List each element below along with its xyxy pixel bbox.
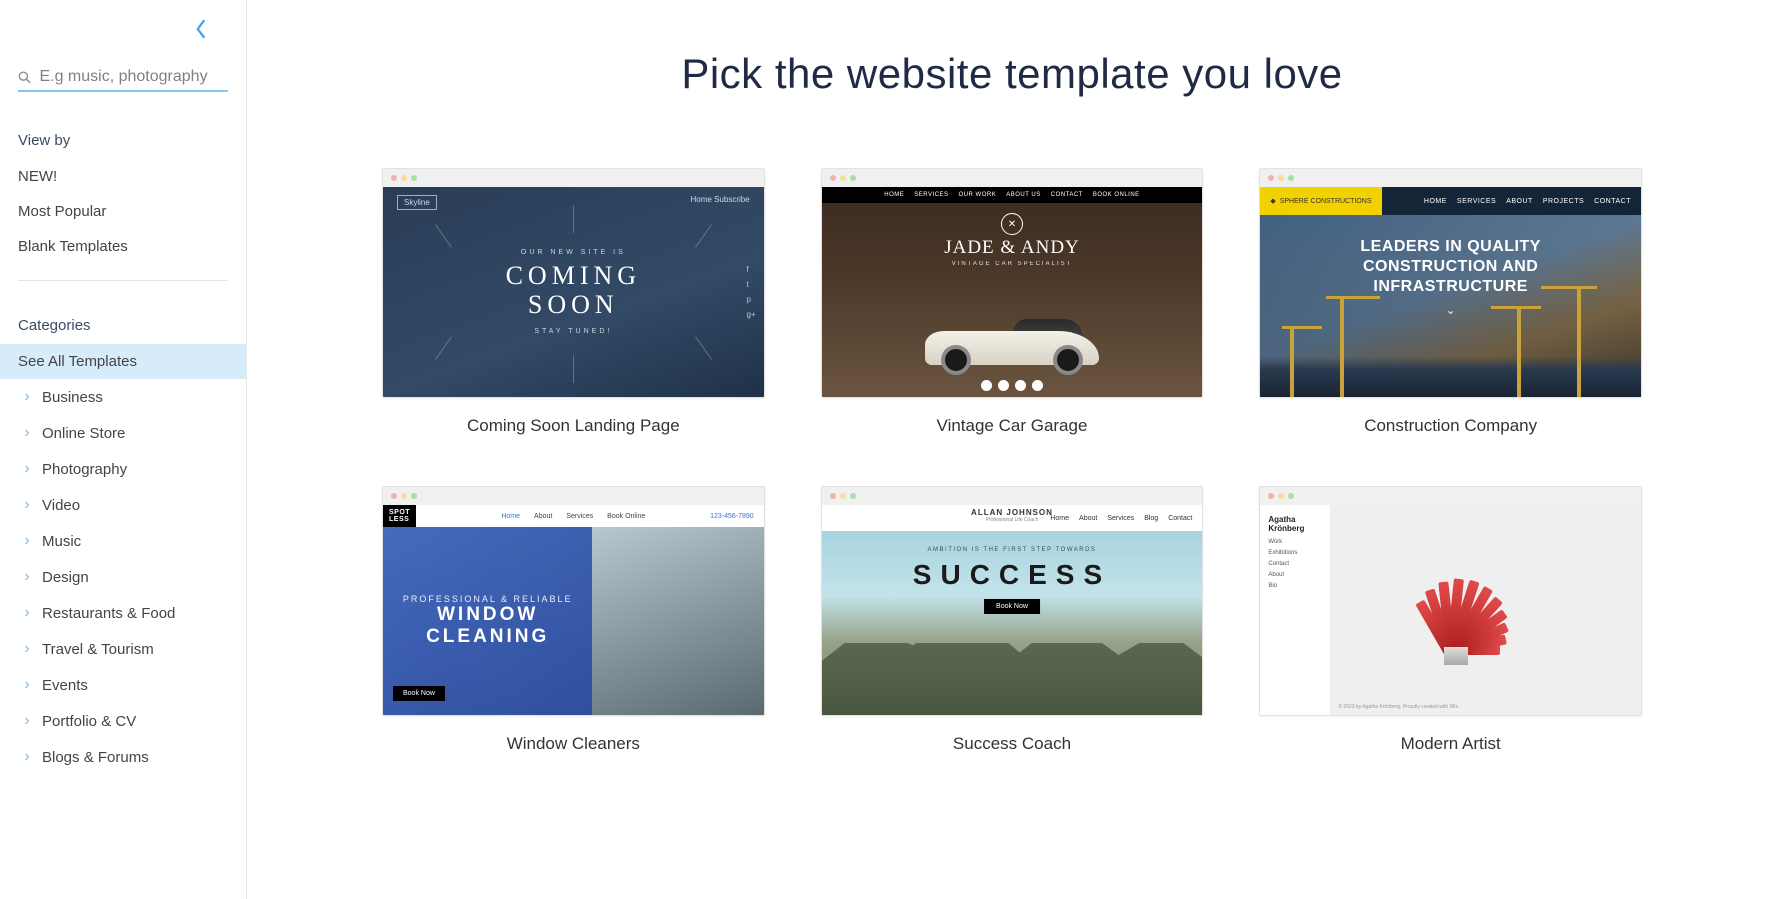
viewby-label: View by [0, 96, 246, 159]
template-grid: SkylineHome Subscribe OUR NEW SITE IS CO… [382, 168, 1642, 754]
viewby-item[interactable]: NEW! [0, 159, 246, 194]
category-label: Travel & Tourism [42, 641, 154, 658]
template-card[interactable]: Agatha KrönbergWorkExhibitionsContactAbo… [1259, 486, 1642, 754]
category-item[interactable]: › Restaurants & Food [0, 595, 246, 631]
category-label: Photography [42, 461, 127, 478]
category-label: Business [42, 389, 103, 406]
categories-label: Categories [0, 281, 246, 344]
chevron-right-icon: › [18, 640, 36, 658]
category-label: Restaurants & Food [42, 605, 175, 622]
main-content: Pick the website template you love Skyli… [247, 0, 1777, 899]
category-item[interactable]: › Travel & Tourism [0, 631, 246, 667]
sidebar: View by NEW!Most PopularBlank Templates … [0, 0, 247, 899]
browser-chrome [383, 169, 764, 187]
chevron-right-icon: › [18, 496, 36, 514]
category-label: Design [42, 569, 89, 586]
chevron-right-icon: › [18, 604, 36, 622]
template-card[interactable]: SkylineHome Subscribe OUR NEW SITE IS CO… [382, 168, 765, 436]
template-card[interactable]: ALLAN JOHNSONProfessional Life Coach Hom… [821, 486, 1204, 754]
template-thumbnail: Agatha KrönbergWorkExhibitionsContactAbo… [1259, 486, 1642, 716]
back-button[interactable] [0, 18, 246, 64]
chevron-right-icon: › [18, 532, 36, 550]
category-item[interactable]: › Blogs & Forums [0, 739, 246, 775]
chevron-down-icon: ⌄ [1446, 303, 1456, 317]
category-item[interactable]: › Business [0, 379, 246, 415]
category-label: Video [42, 497, 80, 514]
template-thumbnail: ◆ SPHERE CONSTRUCTIONSHOMESERVICESABOUTP… [1259, 168, 1642, 398]
chevron-right-icon: › [18, 748, 36, 766]
browser-chrome [1260, 169, 1641, 187]
category-see-all[interactable]: See All Templates [0, 344, 246, 379]
chevron-left-icon [194, 18, 208, 40]
page-title: Pick the website template you love [307, 50, 1717, 98]
category-item[interactable]: › Events [0, 667, 246, 703]
chevron-right-icon: › [18, 712, 36, 730]
category-label: Blogs & Forums [42, 749, 149, 766]
template-thumbnail: SPOTLESSHomeAboutServicesBook Online123-… [382, 486, 765, 716]
chevron-right-icon: › [18, 424, 36, 442]
template-thumbnail: HOMESERVICESOUR WORKABOUT USCONTACTBOOK … [821, 168, 1204, 398]
template-name: Window Cleaners [382, 734, 765, 754]
viewby-item[interactable]: Most Popular [0, 194, 246, 229]
template-card[interactable]: HOMESERVICESOUR WORKABOUT USCONTACTBOOK … [821, 168, 1204, 436]
template-card[interactable]: SPOTLESSHomeAboutServicesBook Online123-… [382, 486, 765, 754]
search-field[interactable] [18, 64, 228, 92]
category-item[interactable]: › Online Store [0, 415, 246, 451]
category-label: See All Templates [18, 353, 137, 370]
template-name: Modern Artist [1259, 734, 1642, 754]
template-name: Construction Company [1259, 416, 1642, 436]
viewby-item[interactable]: Blank Templates [0, 229, 246, 264]
category-label: Portfolio & CV [42, 713, 136, 730]
chevron-right-icon: › [18, 460, 36, 478]
category-item[interactable]: › Design [0, 559, 246, 595]
template-name: Success Coach [821, 734, 1204, 754]
chevron-right-icon: › [18, 388, 36, 406]
browser-chrome [822, 169, 1203, 187]
template-thumbnail: ALLAN JOHNSONProfessional Life Coach Hom… [821, 486, 1204, 716]
chevron-right-icon: › [18, 568, 36, 586]
template-name: Vintage Car Garage [821, 416, 1204, 436]
search-input[interactable] [39, 68, 228, 86]
chevron-right-icon: › [18, 676, 36, 694]
category-label: Online Store [42, 425, 125, 442]
category-label: Music [42, 533, 81, 550]
category-label: Events [42, 677, 88, 694]
browser-chrome [1260, 487, 1641, 505]
category-item[interactable]: › Video [0, 487, 246, 523]
category-item[interactable]: › Photography [0, 451, 246, 487]
browser-chrome [383, 487, 764, 505]
category-item[interactable]: › Portfolio & CV [0, 703, 246, 739]
template-thumbnail: SkylineHome Subscribe OUR NEW SITE IS CO… [382, 168, 765, 398]
template-card[interactable]: ◆ SPHERE CONSTRUCTIONSHOMESERVICESABOUTP… [1259, 168, 1642, 436]
template-name: Coming Soon Landing Page [382, 416, 765, 436]
browser-chrome [822, 487, 1203, 505]
category-item[interactable]: › Music [0, 523, 246, 559]
search-icon [18, 70, 31, 85]
